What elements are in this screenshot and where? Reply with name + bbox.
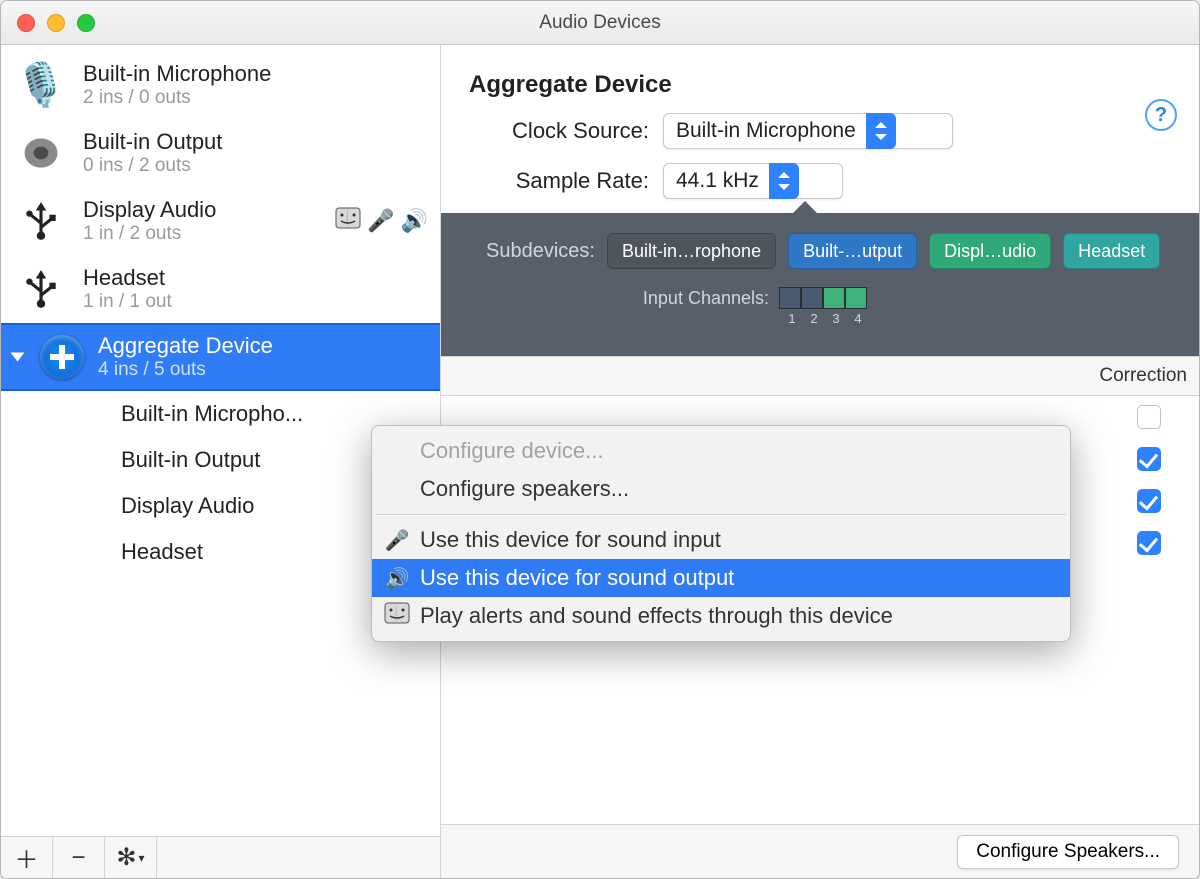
clock-source-value: Built-in Microphone (676, 119, 856, 143)
sample-rate-value: 44.1 kHz (676, 169, 759, 193)
finder-icon (384, 602, 410, 630)
device-name: Display Audio (83, 197, 216, 223)
menu-separator (376, 514, 1066, 515)
speaker-icon: 🔊 (384, 566, 410, 591)
audio-midi-window: Audio Devices 🎙️ Built-in Microphone 2 i… (0, 0, 1200, 879)
add-device-button[interactable]: ＋ (1, 837, 53, 878)
channel-box (845, 287, 867, 309)
mic-status-icon: 🎤 (367, 208, 394, 234)
main-footer: Configure Speakers... (441, 824, 1199, 878)
device-name: Built-in Microphone (83, 61, 271, 87)
device-headset[interactable]: Headset 1 in / 1 out (1, 255, 440, 323)
subdevice-chip[interactable]: Displ…udio (929, 233, 1051, 269)
menu-configure-device[interactable]: Configure device... (372, 432, 1070, 470)
device-aggregate[interactable]: Aggregate Device 4 ins / 5 outs (1, 323, 440, 391)
speaker-icon (13, 127, 69, 179)
menu-configure-speakers[interactable]: Configure speakers... (372, 470, 1070, 508)
disclosure-triangle-icon[interactable] (11, 353, 25, 362)
clock-source-select[interactable]: Built-in Microphone (663, 113, 953, 149)
device-builtin-microphone[interactable]: 🎙️ Built-in Microphone 2 ins / 0 outs (1, 51, 440, 119)
subdevices-panel: Subdevices: Built-in…rophone Built-…utpu… (441, 213, 1199, 356)
configure-speakers-button[interactable]: Configure Speakers... (957, 835, 1179, 869)
channel-box (823, 287, 845, 309)
sample-rate-label: Sample Rate: (469, 168, 649, 194)
device-name: Aggregate Device (98, 333, 273, 359)
stepper-icon (769, 163, 799, 199)
input-channel-grid (779, 287, 867, 309)
remove-device-button[interactable]: − (53, 837, 105, 878)
subdevice-chip[interactable]: Built-…utput (788, 233, 917, 269)
device-display-audio[interactable]: Display Audio 1 in / 2 outs 🎤 🔊 (1, 187, 440, 255)
clock-source-label: Clock Source: (469, 118, 649, 144)
window-title: Audio Devices (1, 12, 1199, 34)
panel-title: Aggregate Device (469, 71, 1171, 99)
device-io: 0 ins / 2 outs (83, 155, 222, 177)
microphone-icon: 🎙️ (13, 59, 69, 111)
sample-rate-select[interactable]: 44.1 kHz (663, 163, 843, 199)
usb-icon (13, 263, 69, 315)
channel-box (801, 287, 823, 309)
channel-box (779, 287, 801, 309)
stepper-icon (866, 113, 896, 149)
menu-play-alerts[interactable]: Play alerts and sound effects through th… (372, 597, 1070, 635)
subdevice-chip[interactable]: Headset (1063, 233, 1160, 269)
device-context-menu: Configure device... Configure speakers..… (371, 425, 1071, 642)
device-io: 1 in / 1 out (83, 291, 172, 313)
device-io: 1 in / 2 outs (83, 223, 216, 245)
device-builtin-output[interactable]: Built-in Output 0 ins / 2 outs (1, 119, 440, 187)
drift-correction-checkbox[interactable] (1137, 405, 1161, 429)
mic-icon: 🎤 (384, 528, 410, 553)
channel-numbers: 1 2 3 4 (781, 311, 1175, 326)
device-default-indicators: 🎤 🔊 (335, 207, 428, 235)
drift-correction-checkbox[interactable] (1137, 531, 1161, 555)
speaker-status-icon: 🔊 (401, 208, 428, 234)
device-name: Headset (83, 265, 172, 291)
usb-icon (13, 195, 69, 247)
sidebar-toolbar: ＋ − ✻ ▾ (1, 836, 440, 878)
subdevice-chip[interactable]: Built-in…rophone (607, 233, 776, 269)
drift-correction-checkbox[interactable] (1137, 489, 1161, 513)
col-correction[interactable]: Correction (1087, 357, 1199, 395)
device-io: 2 ins / 0 outs (83, 87, 271, 109)
aggregate-icon (40, 335, 84, 379)
chevron-down-icon: ▾ (139, 851, 145, 865)
input-channels-label: Input Channels: (609, 288, 769, 309)
gear-icon: ✻ (116, 843, 136, 872)
help-button[interactable]: ? (1145, 99, 1177, 131)
device-io: 4 ins / 5 outs (98, 359, 273, 381)
gear-menu-button[interactable]: ✻ ▾ (105, 837, 157, 878)
subdevices-label: Subdevices: (465, 240, 595, 263)
device-name: Built-in Output (83, 129, 222, 155)
menu-use-for-input[interactable]: 🎤 Use this device for sound input (372, 521, 1070, 559)
titlebar: Audio Devices (1, 1, 1199, 45)
drift-correction-checkbox[interactable] (1137, 447, 1161, 471)
menu-use-for-output[interactable]: 🔊 Use this device for sound output (372, 559, 1070, 597)
finder-icon (335, 207, 361, 235)
